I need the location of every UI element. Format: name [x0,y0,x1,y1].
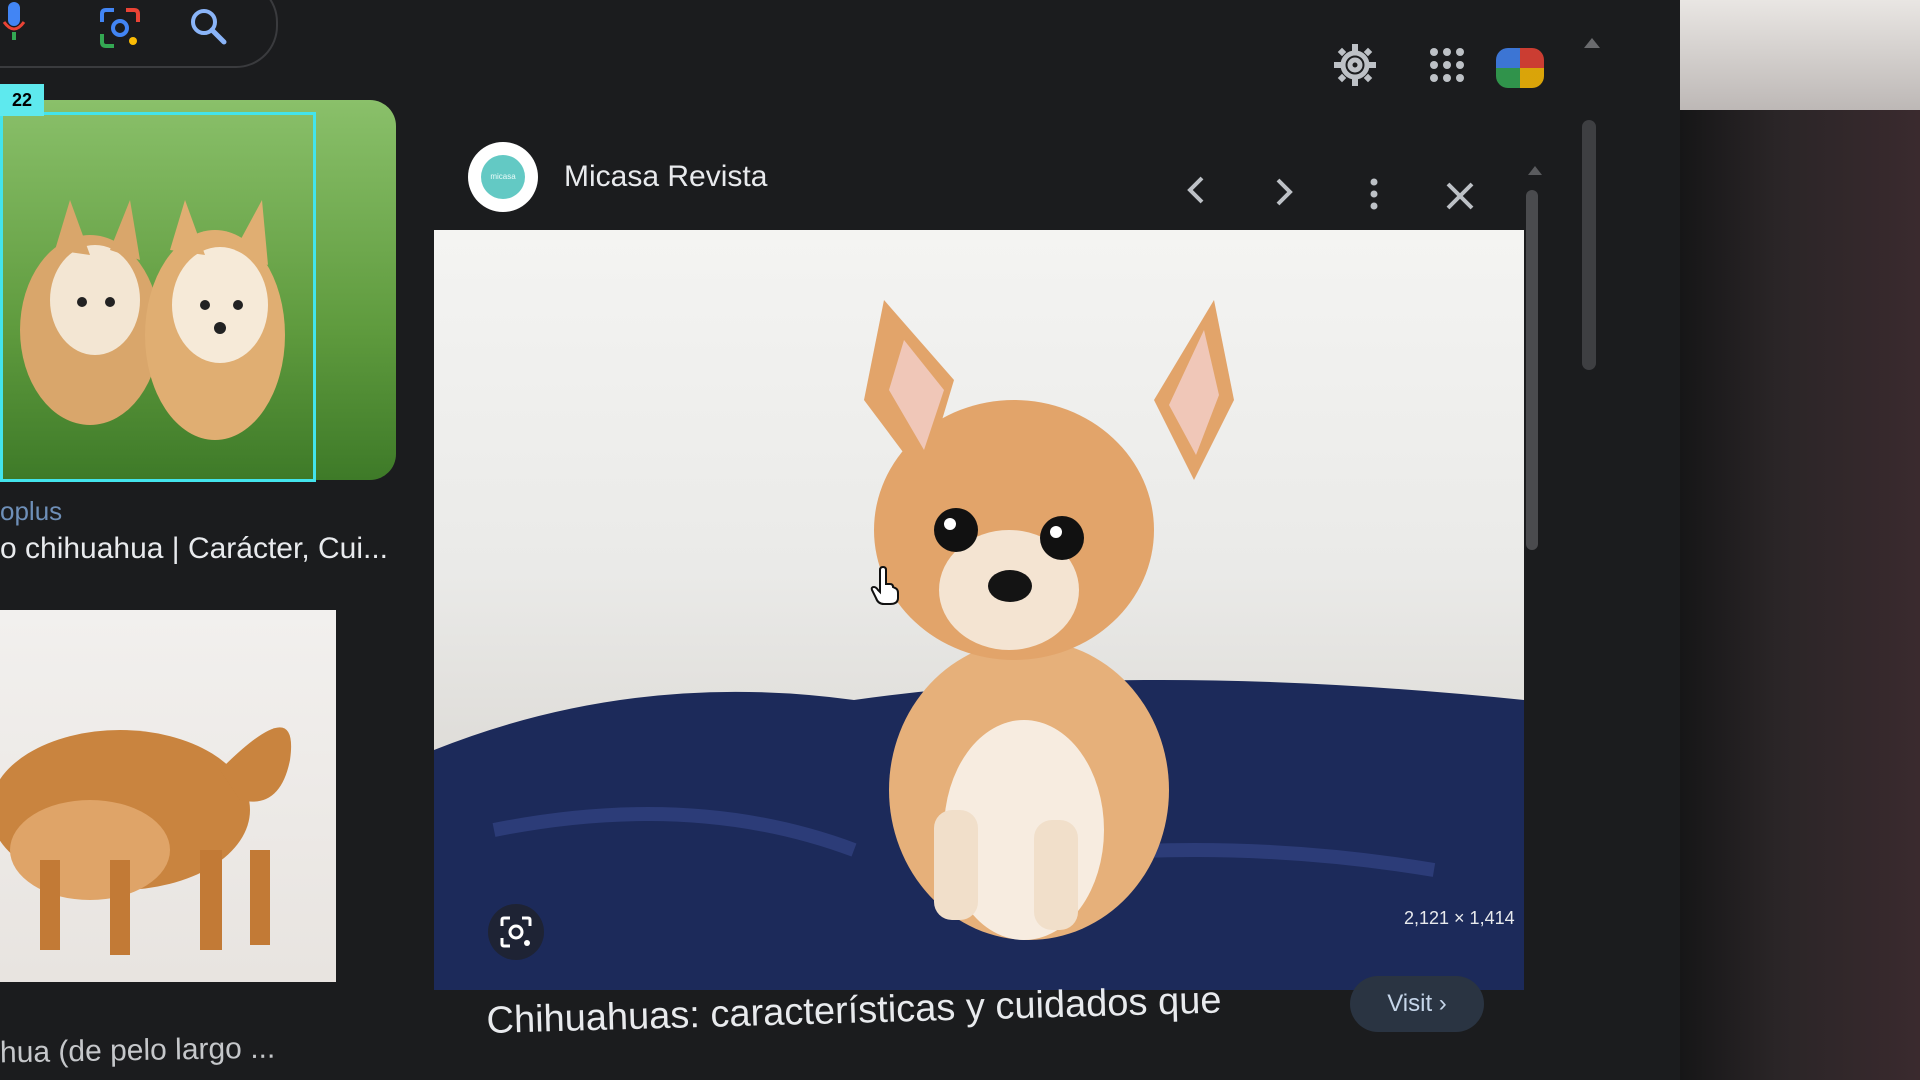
search-icon[interactable] [188,6,228,46]
hand-cursor-icon [870,566,899,605]
visit-button[interactable]: Visit › [1350,976,1484,1032]
panel-scroll-up-arrow[interactable] [1528,166,1542,175]
site-logo-text: micasa [481,155,525,199]
result-image-2[interactable] [0,610,336,982]
result-badge: 22 [0,84,44,116]
browser-screen: 22 oplus o chihuahua | Carácter, Cui... … [0,0,1680,1080]
lens-icon[interactable] [98,6,142,50]
preview-image[interactable] [434,230,1524,990]
visit-button-label: Visit [1387,990,1433,1017]
search-inside-image-button[interactable] [488,904,544,960]
page-scroll-up-arrow[interactable] [1584,38,1600,48]
lens-icon [500,916,532,948]
apps-icon[interactable] [1428,46,1466,84]
image-dimensions: 2,121 × 1,414 [1404,908,1515,928]
close-icon[interactable] [1440,176,1480,216]
result-source[interactable]: oplus [0,496,62,527]
site-name[interactable]: Micasa Revista [564,160,767,194]
site-logo[interactable]: micasa [468,142,538,212]
gear-icon[interactable] [1332,42,1378,88]
more-options-icon[interactable] [1354,174,1394,214]
next-icon[interactable] [1264,172,1304,212]
chevron-right-icon: › [1438,990,1447,1017]
result-title[interactable]: o chihuahua | Carácter, Cui... [0,532,388,566]
mic-icon[interactable] [2,2,26,42]
background-wall [1680,0,1920,110]
previous-icon[interactable] [1176,170,1216,210]
page-scrollbar[interactable] [1582,120,1596,370]
avatar[interactable] [1496,48,1544,88]
selected-result-highlight [0,112,316,482]
panel-scrollbar[interactable] [1526,190,1538,550]
monitor-bezel [1680,0,1920,1080]
result-title[interactable]: hua (de pelo largo ... [0,1032,275,1071]
